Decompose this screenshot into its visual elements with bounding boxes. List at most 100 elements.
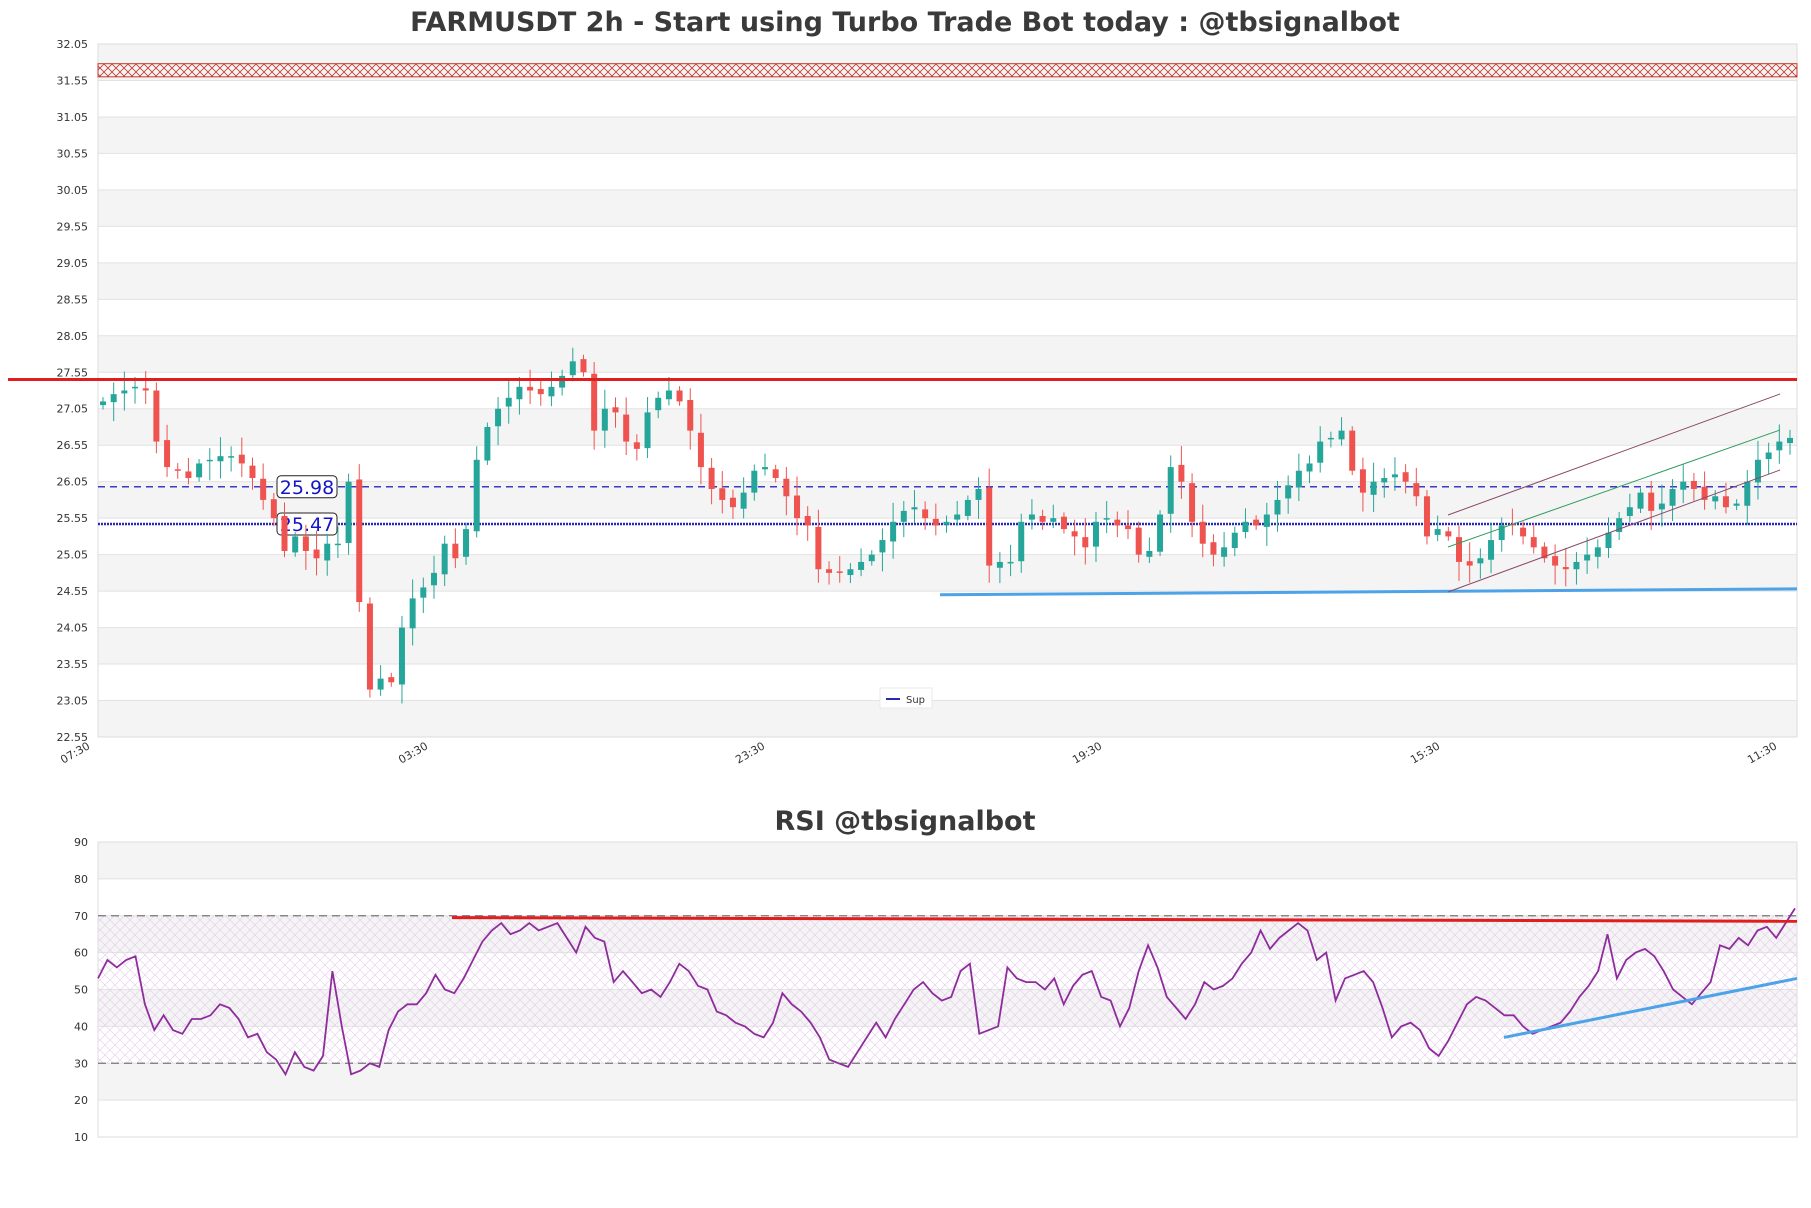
candle-body — [804, 515, 811, 526]
candle-body — [132, 386, 139, 389]
price-chart-panel: 22.5523.0523.5524.0524.5525.0525.5526.05… — [8, 38, 1798, 767]
candle-body — [1648, 492, 1655, 511]
candle-body — [1327, 437, 1334, 440]
candle-body — [292, 536, 299, 553]
candle-body — [761, 467, 768, 470]
candle-body — [1071, 531, 1078, 537]
candle-body — [591, 373, 598, 431]
candle-body — [943, 521, 950, 525]
candle-body — [1295, 470, 1302, 488]
candle-body — [890, 521, 897, 542]
price-y-tick: 32.05 — [57, 38, 89, 51]
candle-body — [1092, 521, 1099, 547]
candle-body — [1338, 430, 1345, 440]
candle-body — [559, 375, 566, 388]
candle-body — [1039, 515, 1046, 522]
candle-body — [1423, 496, 1430, 537]
candle-body — [334, 543, 341, 546]
rsi-y-tick: 60 — [74, 947, 88, 960]
candle-body — [142, 388, 149, 391]
candle-body — [1018, 521, 1025, 562]
candle-body — [1082, 537, 1089, 548]
candle-body — [858, 561, 865, 570]
candle-body — [1242, 521, 1249, 533]
candle-body — [249, 465, 256, 479]
candle-body — [463, 529, 470, 557]
candle-body — [868, 554, 875, 562]
candle-body — [569, 361, 576, 376]
candle-body — [911, 507, 918, 510]
candle-body — [1263, 514, 1270, 527]
candle-body — [1370, 481, 1377, 495]
price-x-tick: 19:30 — [1070, 739, 1104, 766]
candle-body — [954, 514, 961, 520]
candle-body — [398, 627, 405, 685]
rsi-y-tick: 70 — [74, 910, 88, 923]
candle-body — [495, 408, 502, 427]
candle-body — [783, 478, 790, 497]
candle-body — [281, 515, 288, 551]
candle-body — [1125, 525, 1132, 530]
candle-body — [1060, 516, 1067, 530]
candle-body — [1594, 547, 1601, 557]
candle-body — [1680, 481, 1687, 490]
rsi-band — [98, 878, 1797, 916]
price-band — [98, 189, 1797, 227]
rsi-band — [98, 842, 1797, 879]
price-band — [98, 700, 1797, 737]
candle-body — [1787, 437, 1793, 444]
candle-body — [420, 587, 427, 598]
candle-body — [1466, 561, 1473, 566]
candle-body — [1199, 521, 1206, 544]
rsi-y-tick: 40 — [74, 1020, 88, 1033]
candle-body — [1477, 558, 1484, 564]
candle-body — [516, 386, 523, 400]
price-band — [98, 372, 1797, 409]
price-y-tick: 27.05 — [57, 403, 89, 416]
candle-body — [1434, 529, 1441, 535]
rsi-y-tick: 10 — [74, 1131, 88, 1144]
candle-body — [345, 481, 352, 543]
candle-body — [270, 499, 277, 519]
candle-body — [879, 540, 886, 553]
candle-body — [217, 456, 224, 462]
candle-body — [794, 495, 801, 519]
candle-body — [527, 386, 534, 391]
candle-body — [1520, 527, 1527, 537]
level-label: 25.47 — [280, 514, 334, 536]
candle-body — [708, 467, 715, 489]
rsi-y-tick: 50 — [74, 984, 88, 997]
candle-body — [1157, 514, 1164, 552]
candle-body — [644, 412, 651, 449]
candle-body — [1306, 463, 1313, 472]
candle-body — [1776, 441, 1783, 451]
candle-body — [697, 432, 704, 468]
candle-body — [1317, 441, 1324, 463]
candle-body — [110, 394, 117, 403]
main-chart-title: FARMUSDT 2h - Start using Turbo Trade Bo… — [410, 7, 1400, 38]
candle-body — [719, 488, 726, 500]
price-y-tick: 28.55 — [57, 293, 89, 306]
price-band — [98, 335, 1797, 373]
candle-body — [121, 390, 128, 394]
candle-body — [1285, 485, 1292, 499]
price-band — [98, 445, 1797, 482]
candle-body — [740, 492, 747, 509]
rsi-y-tick: 80 — [74, 873, 88, 886]
candle-body — [1402, 472, 1409, 482]
price-y-tick: 24.05 — [57, 622, 89, 635]
candle-body — [302, 536, 309, 551]
candle-body — [1253, 519, 1260, 526]
price-band — [98, 299, 1797, 336]
candle-body — [1637, 492, 1644, 509]
price-x-tick: 11:30 — [1745, 739, 1779, 766]
legend-label: Sup — [906, 695, 925, 706]
price-x-tick: 23:30 — [733, 739, 767, 766]
rsi-y-tick: 90 — [74, 836, 88, 849]
price-y-tick: 26.55 — [57, 439, 89, 452]
candle-body — [505, 397, 512, 407]
candle-body — [164, 440, 171, 468]
candle-body — [473, 459, 480, 532]
candle-body — [975, 488, 982, 500]
candle-body — [665, 390, 672, 400]
